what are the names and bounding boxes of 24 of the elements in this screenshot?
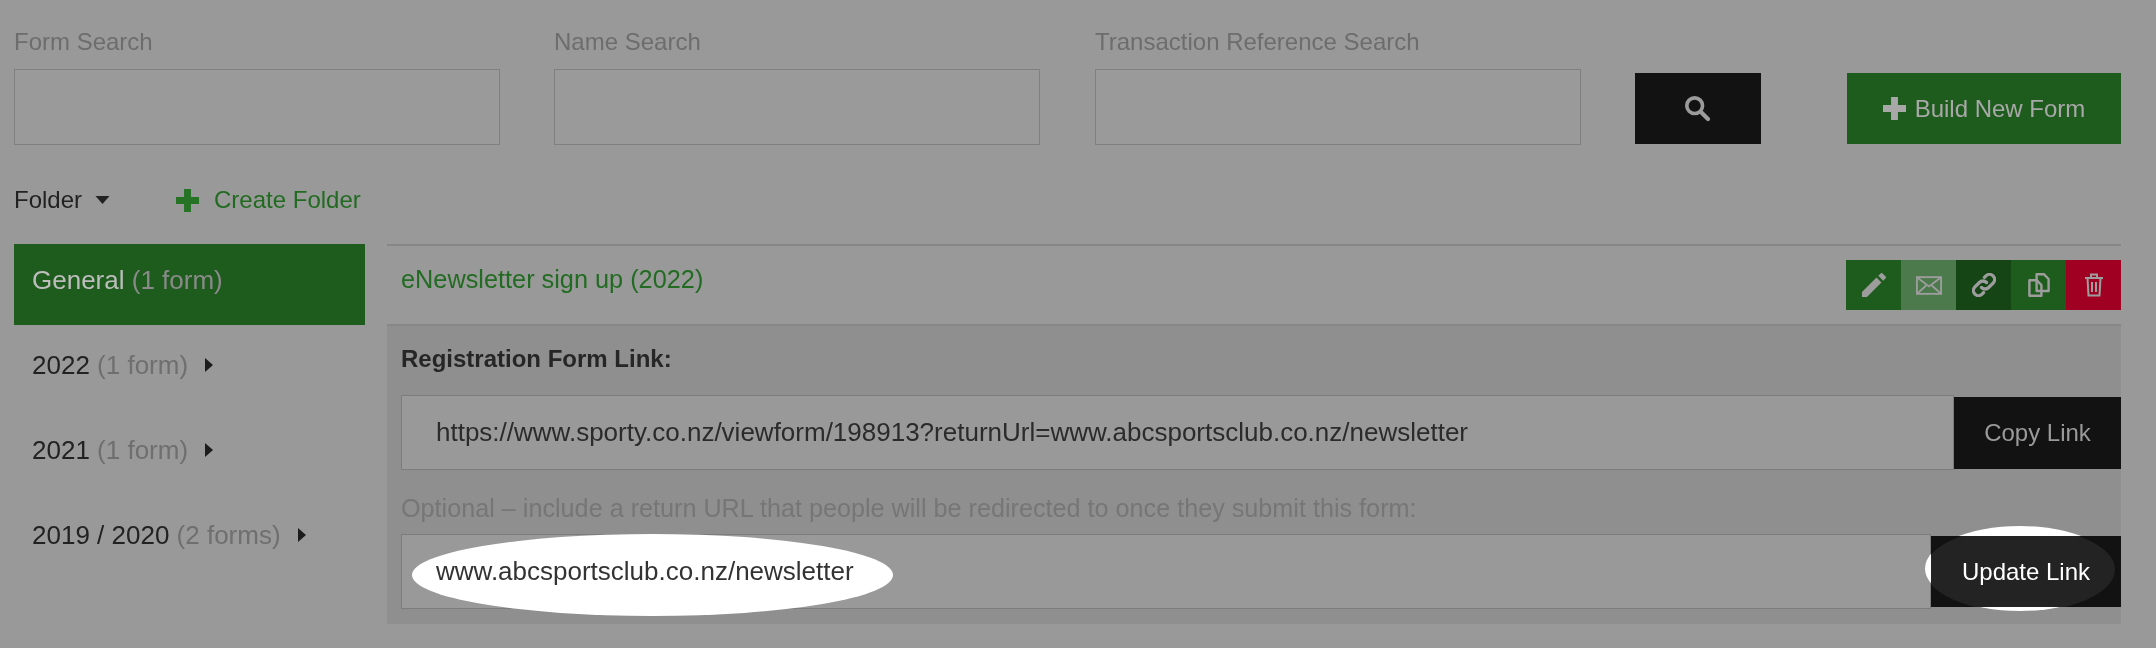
caret-down-icon bbox=[95, 196, 111, 204]
envelope-icon bbox=[1915, 275, 1942, 295]
search-field[interactable] bbox=[1095, 69, 1581, 145]
link-icon bbox=[1971, 273, 1996, 297]
pencil-icon bbox=[1861, 273, 1886, 297]
email-button[interactable] bbox=[1901, 260, 1956, 310]
build-form-button[interactable]: Build New Form bbox=[1847, 73, 2121, 144]
link-button[interactable] bbox=[1956, 260, 2011, 310]
search-button[interactable] bbox=[1635, 73, 1761, 144]
plus-icon bbox=[176, 188, 200, 212]
search-icon bbox=[1685, 95, 1711, 122]
search-field[interactable] bbox=[554, 69, 1040, 145]
duplicate-button[interactable] bbox=[2011, 260, 2066, 310]
edit-button[interactable] bbox=[1846, 260, 1901, 310]
form-link-field[interactable]: https://www.sporty.co.nz/viewform/198913?returnUrl=www.abcsportsclub.co.nz/newsletter bbox=[401, 395, 1954, 470]
copy-link-button[interactable]: Copy Link bbox=[1954, 396, 2121, 469]
plus-icon bbox=[1882, 97, 1906, 120]
search-field[interactable] bbox=[14, 69, 500, 145]
folder-item[interactable]: General (1 form) bbox=[14, 244, 365, 325]
trash-icon bbox=[2083, 273, 2104, 297]
panel-heading: Registration Form Link: bbox=[401, 344, 673, 374]
copy-icon bbox=[2027, 273, 2050, 297]
delete-button[interactable] bbox=[2066, 260, 2121, 310]
folder-dropdown[interactable]: Folder bbox=[14, 185, 111, 215]
